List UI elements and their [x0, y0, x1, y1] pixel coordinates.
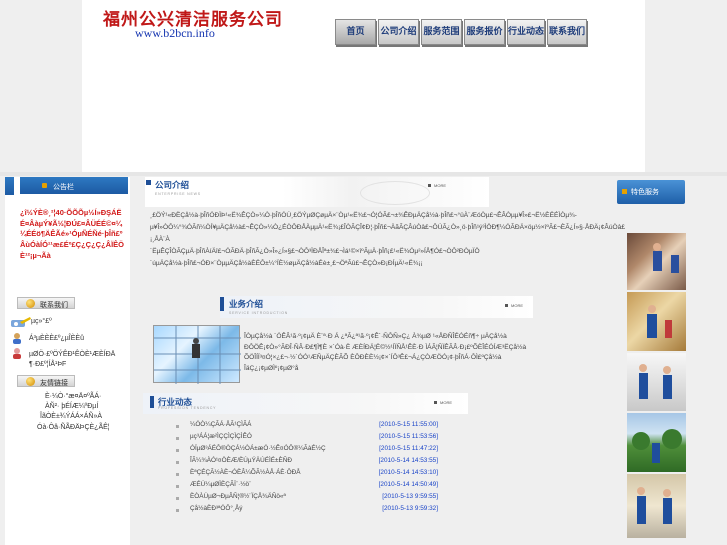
contact-icon — [26, 299, 35, 308]
news-item[interactable]: ¼ÓÒ¼ÇÃÁ·ÅÃ¹ÇÌÃÁ [2010-5-15 11:55:00] — [176, 421, 438, 432]
bullet-icon — [220, 297, 224, 311]
nav-service-price[interactable]: 服务报价 — [464, 19, 505, 45]
notice-text[interactable]: ¿î½ÝÈ®¸²¦40·ÕÕÕµ½Í»ÐŞÁËÉ¤ÂàµÝ¥Ã½¦ÐÚ£¤ÂÜÉ… — [20, 208, 126, 262]
about-title: 公司介绍 — [155, 180, 190, 190]
news-item[interactable]: ÎÃ¼¾ÀÓ¹¤ÖÈÆ/ÈÚµÝÄÚÉÌÉ±ÈÑÐ [2010-5-14 14:5… — [176, 457, 438, 468]
news-item-title[interactable]: ÈÒÀÚµØ¬ÐµÂÑ¦®½¨ÏÇÅ¾ÄÑö«ª — [190, 493, 286, 500]
quick-contact-title-bar: 联系我们 — [17, 297, 75, 309]
news-item[interactable]: ÓÏµØ³ÁÉÔ®ÒÇÁ½ÒÁ±æÓ·½Ê¤ÓÔ®¼ÃàÉ½Ç [2010-5-1… — [176, 445, 438, 456]
bullet-icon — [176, 485, 179, 488]
news-item-title[interactable]: µç³ÁÁ¦æ²ÌÇÇÌÇÌÇÌÊÓ — [190, 433, 252, 440]
header-divider — [0, 172, 727, 176]
window-cleaning-photo — [153, 325, 241, 384]
website-url[interactable]: www.b2bcn.info — [135, 26, 215, 41]
friend-links-title-bar: 友情链接 — [17, 375, 75, 387]
friend-link[interactable]: È·¼Ò·°æ¤Ä¤ºÃÁ· — [45, 393, 101, 400]
news-item[interactable]: ÈÒÀÚµØ¬ÐµÂÑ¦®½¨ÏÇÅ¾ÄÑö«ª [2010-5-13 9:59:… — [176, 493, 438, 504]
more-arrow-icon — [434, 401, 437, 404]
news-item-title[interactable]: ÎÃ¼¾ÀÓ¹¤ÖÈÆ/ÈÚµÝÄÚÉÌÉ±ÈÑÐ — [190, 457, 292, 464]
nav-home[interactable]: 首页 — [335, 19, 376, 45]
news-subtitle: PROFESSION TENDENCY — [158, 406, 217, 410]
notice-title-bar: 公告栏 — [20, 177, 128, 194]
news-item[interactable]: µç³ÁÁ¦æ²ÌÇÇÌÇÌÇÌÊÓ [2010-5-15 11:53:56] — [176, 433, 438, 444]
news-more-link[interactable]: MORE — [440, 400, 452, 405]
pencil-icon — [10, 316, 32, 328]
friend-links-title: 友情链接 — [40, 380, 68, 387]
news-item[interactable]: Çå½àÈÐ³ªÓÔ°¸Åý [2010-5-13 9:59:32] — [176, 505, 438, 516]
bullet-icon — [176, 473, 179, 476]
nav-contact-us[interactable]: 联系我们 — [547, 19, 587, 45]
bullet-icon — [176, 509, 179, 512]
featured-title: 特色服务 — [631, 189, 659, 196]
about-text: ¸£ÖÝ¹«ÐËÇå½à·þÎñÓÐÏÞ¹«Ë¾ÊÇÒ»¼Ò·þÎñÓÚ¸£ÖÝ… — [150, 212, 625, 267]
news-item-title[interactable]: ÈªÇÉÇÃ½ÀÈ¬ÓÈÂ¼ÕÃ½ÀÅ·ÁÈ·ÔÐÅ — [190, 469, 301, 476]
bullet-icon — [176, 425, 179, 428]
news-item-title[interactable]: ÆÉÚ¼µØÏÈÇÃÏ¨·½ö¨ — [190, 481, 251, 488]
featured-photo-floor[interactable] — [627, 353, 686, 411]
news-item-title[interactable]: ÓÏµØ³ÁÉÔ®ÒÇÁ½ÒÁ±æÓ·½Ê¤ÓÔ®¼ÃàÉ½Ç — [190, 445, 326, 452]
about-subtitle: ENTERPRISE NEWS — [155, 192, 201, 196]
more-arrow-icon — [428, 184, 431, 187]
nav-industry-news[interactable]: 行业动态 — [507, 19, 545, 45]
news-item-date: [2010-5-14 14:53:55] — [378, 457, 438, 464]
bullet-icon — [176, 497, 179, 500]
news-item-title[interactable]: Çå½àÈÐ³ªÓÔ°¸Åý — [190, 505, 243, 512]
news-item-date: [2010-5-13 9:59:32] — [382, 505, 438, 512]
quick-item-phone: µç»°£º — [31, 318, 52, 325]
nav-service-scope[interactable]: 服务范围 — [421, 19, 462, 45]
news-item-date: [2010-5-13 9:59:55] — [382, 493, 438, 500]
person-icon — [11, 332, 23, 344]
notice-title: 公告栏 — [53, 184, 74, 191]
services-text: ÎÒµÇå½à ´ÓÊÂ¹ã·º¡¢µÄ È¨ª·Ð Á ¿ªÃ¿ª¹ã·º¡¢… — [244, 333, 527, 373]
news-item-date: [2010-5-15 11:53:56] — [379, 433, 438, 440]
news-item-title[interactable]: ¼ÓÒ¼ÇÃÁ·ÅÃ¹ÇÌÃÁ — [190, 421, 251, 428]
more-arrow-icon — [505, 304, 508, 307]
news-item-date: [2010-5-15 11:47:22] — [379, 445, 438, 452]
sidebar-accent — [5, 177, 14, 195]
bullet-icon — [176, 449, 179, 452]
bullet-icon — [176, 437, 179, 440]
featured-title-bar: 特色服务 — [617, 180, 685, 204]
user-icon — [11, 347, 23, 359]
featured-photo-lobby[interactable] — [627, 292, 686, 351]
bullet-icon — [176, 461, 179, 464]
quick-item-address: µØÖ·£ºÖÝÊÐ¹ÊÒÈ¹ÆÈÍÐÄ ¶·Ð£º¦ÍÅ¹ÞF — [29, 351, 116, 368]
services-title: 业务介绍 — [229, 299, 264, 309]
friend-link[interactable]: ÎãÒÈ±¾ÝÁÁ×ÁÑ»À — [40, 413, 102, 420]
news-item[interactable]: ÆÉÚ¼µØÏÈÇÃÏ¨·½ö¨ [2010-5-14 14:50:49] — [176, 481, 438, 492]
news-item[interactable]: ÈªÇÉÇÃ½ÀÈ¬ÓÈÂ¼ÕÃ½ÀÅ·ÁÈ·ÔÐÅ [2010-5-14 14:… — [176, 469, 438, 480]
bullet-icon — [150, 396, 154, 408]
nav-company-intro[interactable]: 公司介绍 — [378, 19, 419, 45]
about-more-link[interactable]: MORE — [434, 183, 446, 188]
bullet-icon — [42, 183, 47, 188]
friend-link[interactable]: ÀÑ²· þÉÍÆ¼ºÐµÍ — [45, 403, 98, 410]
services-subtitle: SERVICE INTRODUCTION — [229, 311, 289, 315]
bullet-icon — [622, 189, 627, 194]
quick-item-contact: Á³µÈÈÈ£º¿µÎÈÈû — [29, 335, 84, 342]
featured-photo-garden[interactable] — [627, 413, 686, 472]
featured-photo-window[interactable] — [627, 233, 686, 290]
friend-link[interactable]: Óà·Ôâ·ÑÃÐÄÞÇÈ¿ÃÊ¦ — [37, 424, 110, 431]
news-item-date: [2010-5-14 14:50:49] — [378, 481, 438, 488]
bullet-icon — [146, 180, 151, 185]
news-item-date: [2010-5-14 14:53:10] — [378, 469, 438, 476]
featured-photo-street[interactable] — [627, 474, 686, 538]
services-more-link[interactable]: MORE — [511, 303, 523, 308]
decorative-swirl — [360, 181, 430, 205]
link-icon — [26, 377, 35, 386]
quick-contact-title: 联系我们 — [40, 302, 68, 309]
news-item-date: [2010-5-15 11:55:00] — [379, 421, 438, 428]
